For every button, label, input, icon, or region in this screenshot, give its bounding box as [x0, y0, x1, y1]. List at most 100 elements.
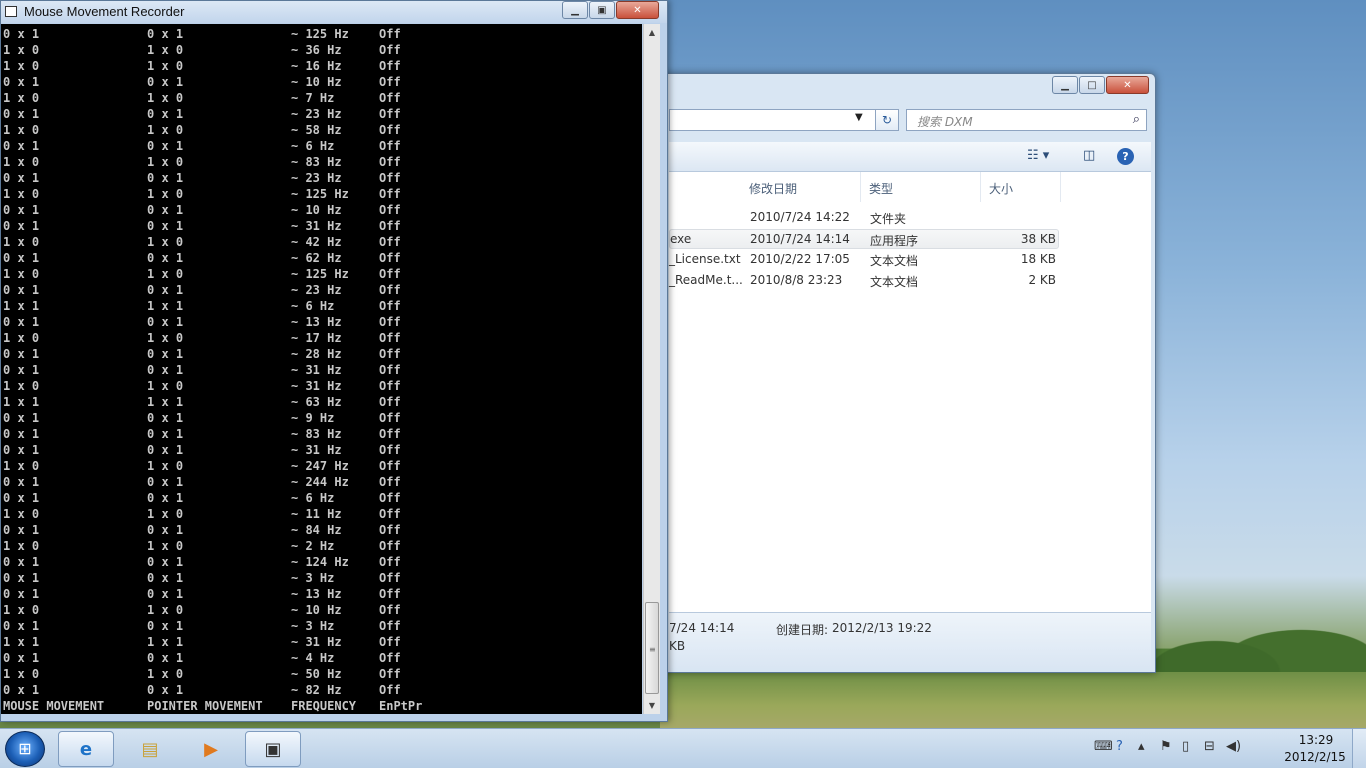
console-cell: 0 x 1	[147, 683, 184, 697]
console-cell: 0 x 1	[147, 571, 184, 585]
help-icon[interactable]: ?	[1116, 739, 1123, 754]
scrollbar-thumb[interactable]: ≡	[645, 602, 659, 694]
console-line: 1 x 0 1 x 0 ~ 83 Hz Off	[3, 154, 642, 170]
file-name: exe	[670, 232, 692, 246]
details-created-label: 创建日期:	[776, 623, 829, 637]
explorer-toolbar: ☷ ▾ ◫ ?	[669, 142, 1151, 172]
minimize-button[interactable]: ▁	[1052, 76, 1078, 94]
view-options-icon[interactable]: ☷ ▾	[1027, 148, 1049, 163]
console-cell: Off	[379, 139, 401, 153]
console-cell: 0 x 1	[147, 203, 184, 217]
file-date: 2010/2/22 17:05	[750, 252, 850, 266]
maximize-button[interactable]: □	[1079, 76, 1105, 94]
console-cell: ~ 13 Hz	[291, 587, 342, 601]
refresh-button[interactable]: ↻	[875, 109, 899, 131]
console-cell: Off	[379, 603, 401, 617]
clock-date[interactable]: 2012/2/15	[1280, 750, 1350, 764]
console-cell: ~ 10 Hz	[291, 603, 342, 617]
maximize-button[interactable]: ▣	[589, 1, 615, 19]
console-line: 0 x 1 0 x 1 ~ 6 Hz Off	[3, 490, 642, 506]
expand-arrow-icon[interactable]: ▴	[1138, 739, 1145, 754]
close-button[interactable]: ✕	[1106, 76, 1149, 94]
window-title: Mouse Movement Recorder	[24, 4, 185, 19]
show-desktop-button[interactable]	[1352, 729, 1366, 768]
vertical-scrollbar[interactable]: ▲ ≡ ▼	[643, 24, 660, 714]
internet-explorer-icon[interactable]: e	[58, 731, 114, 767]
console-cell: 1 x 1	[3, 635, 40, 649]
clock-time[interactable]: 13:29	[1290, 733, 1342, 747]
file-row[interactable]: _ReadMe.t... 2010/8/8 23:23 文本文档 2 KB	[669, 271, 1059, 291]
device-icon[interactable]: ▯	[1182, 739, 1189, 754]
console-cell: ~ 63 Hz	[291, 395, 342, 409]
console-cell: 0 x 1	[147, 219, 184, 233]
console-cell: ~ 42 Hz	[291, 235, 342, 249]
chevron-down-icon[interactable]: ▼	[855, 112, 863, 123]
keyboard-icon[interactable]: ⌨	[1094, 739, 1113, 754]
console-line: 1 x 1 1 x 1 ~ 31 Hz Off	[3, 634, 642, 650]
scroll-up-icon[interactable]: ▲	[644, 24, 660, 41]
search-icon[interactable]: ⌕	[1133, 112, 1140, 127]
console-line: 0 x 1 0 x 1 ~ 31 Hz Off	[3, 218, 642, 234]
console-cell: 0 x 1	[3, 491, 40, 505]
column-header-size[interactable]: 大小	[981, 172, 1061, 202]
console-line: 0 x 1 0 x 1 ~ 13 Hz Off	[3, 314, 642, 330]
console-cell: ~ 23 Hz	[291, 107, 342, 121]
console-cell: 0 x 1	[3, 475, 40, 489]
console-cell: Off	[379, 155, 401, 169]
console-app-taskbar-icon[interactable]: ▣	[245, 731, 301, 767]
console-cell: Off	[379, 219, 401, 233]
console-cell: 0 x 1	[147, 475, 184, 489]
flag-icon[interactable]: ⚑	[1160, 739, 1172, 754]
console-cell: Off	[379, 331, 401, 345]
file-row[interactable]: _License.txt 2010/2/22 17:05 文本文档 18 KB	[669, 250, 1059, 270]
close-button[interactable]: ✕	[616, 1, 659, 19]
console-cell: Off	[379, 443, 401, 457]
console-cell: 0 x 1	[147, 411, 184, 425]
search-input[interactable]: 搜索 DXM ⌕	[906, 109, 1147, 131]
console-line: 0 x 1 0 x 1 ~ 84 Hz Off	[3, 522, 642, 538]
console-cell: 0 x 1	[3, 683, 40, 697]
console-line: 1 x 0 1 x 0 ~ 16 Hz Off	[3, 58, 642, 74]
file-name: _License.txt	[669, 252, 741, 266]
console-cell: 0 x 1	[147, 555, 184, 569]
console-cell: 0 x 1	[3, 443, 40, 457]
console-line: 1 x 0 1 x 0 ~ 2 Hz Off	[3, 538, 642, 554]
media-player-icon[interactable]: ▶	[183, 731, 239, 767]
console-cell: ~ 36 Hz	[291, 43, 342, 57]
console-output[interactable]: 0 x 1 0 x 1 ~ 125 Hz Off 1 x 0 1 x 0 ~ 36 Hz Of…	[1, 24, 642, 714]
preview-pane-icon[interactable]: ◫	[1083, 148, 1095, 163]
console-cell: ~ 83 Hz	[291, 155, 342, 169]
address-bar[interactable]	[669, 109, 899, 131]
console-cell: ~ 31 Hz	[291, 219, 342, 233]
console-line: 0 x 1 0 x 1 ~ 10 Hz Off	[3, 202, 642, 218]
file-explorer-icon[interactable]: ▤	[122, 731, 178, 767]
start-button[interactable]: ⊞	[5, 731, 45, 767]
file-row[interactable]: 2010/7/24 14:22 文件夹	[669, 208, 1059, 228]
scroll-down-icon[interactable]: ▼	[644, 697, 660, 714]
console-cell: 0 x 1	[3, 619, 40, 633]
details-modified: 7/24 14:14	[669, 621, 735, 635]
explorer-window[interactable]: ▁ □ ✕ ▼ ↻ 搜索 DXM ⌕ ☷ ▾ ◫ ? 修改日期 类型 大小 20…	[640, 73, 1156, 673]
console-line: 0 x 1 0 x 1 ~ 3 Hz Off	[3, 618, 642, 634]
console-app-icon[interactable]	[5, 6, 17, 17]
minimize-button[interactable]: ▁	[562, 1, 588, 19]
column-header-date[interactable]: 修改日期	[741, 172, 861, 202]
console-titlebar[interactable]: Mouse Movement Recorder ▁ ▣ ✕	[1, 1, 667, 23]
console-cell: 0 x 1	[3, 347, 40, 361]
column-header-type[interactable]: 类型	[861, 172, 981, 202]
console-cell: 1 x 0	[3, 379, 40, 393]
console-window[interactable]: Mouse Movement Recorder ▁ ▣ ✕ 0 x 10 x 1…	[0, 0, 668, 722]
console-cell: 0 x 1	[3, 363, 40, 377]
console-line: 1 x 0 1 x 0 ~ 31 Hz Off	[3, 378, 642, 394]
network-icon[interactable]: ⊟	[1204, 739, 1215, 754]
console-cell: Off	[379, 235, 401, 249]
details-created-value: 2012/2/13 19:22	[832, 621, 932, 635]
console-line: 0 x 1 0 x 1 ~ 23 Hz Off	[3, 106, 642, 122]
file-row[interactable]: exe 2010/7/24 14:14 应用程序 38 KB	[669, 229, 1059, 249]
help-icon[interactable]: ?	[1117, 148, 1134, 165]
volume-icon[interactable]: ◀)	[1226, 739, 1241, 754]
console-line: MOUSE MOVEMENT POINTER MOVEMENT FREQUENCY E…	[3, 698, 642, 714]
console-line: 1 x 0 1 x 0 ~ 36 Hz Off	[3, 42, 642, 58]
console-cell: 1 x 1	[3, 395, 40, 409]
console-cell: Off	[379, 363, 401, 377]
